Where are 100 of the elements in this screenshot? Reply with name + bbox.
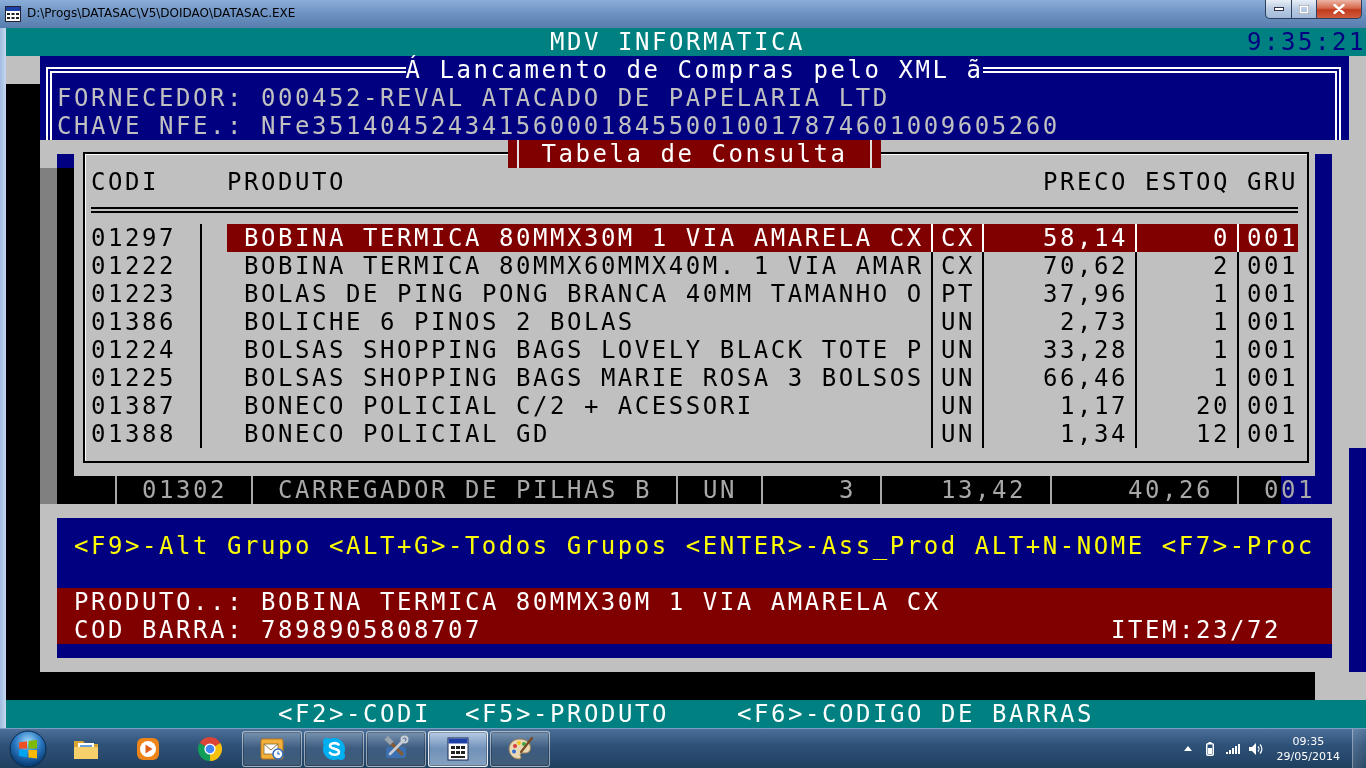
- table-cell-text: 0: [1212, 224, 1230, 252]
- table-cell-text: 1: [1212, 280, 1230, 308]
- table-cell: 001: [1247, 364, 1298, 392]
- table-cell-text: 3: [838, 476, 857, 504]
- table-cell-text: 33,28: [1042, 336, 1128, 364]
- up-arrow-icon[interactable]: [1183, 746, 1192, 751]
- app-title: MDV INFORMATICA: [550, 28, 805, 56]
- shortcut-hint: <F5>-PRODUTO: [465, 700, 669, 728]
- panel-edge: [6, 56, 40, 84]
- table-cell: 01387: [91, 392, 176, 420]
- table-cell-text: 70,62: [1042, 252, 1128, 280]
- table-cell: BOBINA TERMICA 80MMX60MMX40M. 1 VIA AMAR: [244, 252, 924, 280]
- table-cell: 01297: [91, 224, 176, 252]
- clock-text: 9:35:21: [1247, 28, 1366, 56]
- taskbar-button[interactable]: [366, 730, 426, 767]
- window-title: D:\Progs\DATASAC\V5\DOIDAO\DATASAC.EXE: [27, 6, 296, 21]
- panel-title: Á Lancamento de Compras pelo XML ã: [405, 56, 984, 84]
- table-cell: UN: [941, 336, 975, 364]
- table-cell: 01222: [91, 252, 176, 280]
- column-header: PRECO: [1042, 168, 1128, 196]
- table-cell-text: 1: [1212, 364, 1230, 392]
- table-cell-text: 1,34: [1059, 420, 1128, 448]
- shortcut-hint: <F7>-Proc: [1161, 532, 1315, 560]
- palette-icon: [506, 734, 534, 763]
- show-desktop-button[interactable]: [1352, 728, 1366, 768]
- column-header: PRODUTO: [227, 168, 347, 196]
- color-wheel-icon[interactable]: [196, 734, 224, 763]
- table-cell: UN: [941, 364, 975, 392]
- column-header: CODI: [91, 168, 160, 196]
- field-value: BOBINA TERMICA 80MMX30M 1 VIA AMARELA CX: [260, 588, 941, 616]
- table-cell: 01224: [91, 336, 176, 364]
- table-cell: PT: [941, 280, 975, 308]
- table-cell-text: 20: [1195, 392, 1230, 420]
- table-cell-text: 13,42: [940, 476, 1027, 504]
- close-button[interactable]: [1317, 0, 1362, 19]
- table-cell-text: BONECO POLICIAL GD: [244, 420, 551, 448]
- taskbar-button[interactable]: [242, 730, 302, 767]
- table-cell-text: 66,46: [1042, 364, 1128, 392]
- table-cell: 001: [1247, 224, 1298, 252]
- tray-date: 29/05/2014: [1276, 748, 1340, 764]
- field-label: COD BARRA:: [74, 616, 244, 644]
- table-cell: BOLAS DE PING PONG BRANCA 40MM TAMANHO O: [244, 280, 924, 308]
- shortcut-hint: <F2>-CODI: [278, 700, 431, 728]
- table-cell: 01223: [91, 280, 176, 308]
- table-cell: UN: [941, 420, 975, 448]
- table-cell: 01386: [91, 308, 176, 336]
- shortcut-hint: ALT+N-NOME: [974, 532, 1145, 560]
- shortcut-hint: <ENTER>-Ass_Prod: [685, 532, 958, 560]
- minimize-button[interactable]: [1265, 0, 1291, 19]
- column-header: GRU: [1247, 168, 1298, 196]
- table-cell-text: BOLICHE 6 PINOS 2 BOLAS: [244, 308, 636, 336]
- table-cell: BOLSAS SHOPPING BAGS MARIE ROSA 3 BOLSOS: [244, 364, 924, 392]
- table-cell-text: 1,17: [1059, 392, 1128, 420]
- shortcut-hint: <F6>-CODIGO DE BARRAS: [737, 700, 1094, 728]
- table-cell: UN: [941, 392, 975, 420]
- table-cell: BOLSAS SHOPPING BAGS LOVELY BLACK TOTE P: [244, 336, 924, 364]
- field-label: CHAVE NFE.:: [57, 112, 244, 140]
- taskbar-button[interactable]: [304, 730, 364, 767]
- popup-title: Tabela de Consulta: [507, 140, 882, 168]
- field-value: NFe35140452434156000184550010017874601009605260: [260, 112, 1060, 140]
- table-cell-text: 1: [1212, 308, 1230, 336]
- maximize-icon: [1299, 4, 1309, 14]
- shortcut-hint: <ALT+G>-Todos Grupos: [328, 532, 669, 560]
- battery-icon[interactable]: [1205, 741, 1214, 756]
- table-cell-text: 1: [1212, 336, 1230, 364]
- tray-time: 09:35: [1292, 733, 1325, 749]
- table-cell-text: CARREGADOR DE PILHAS B: [277, 476, 653, 504]
- field-value: 000452-REVAL ATACADO DE PAPELARIA LTD: [260, 84, 890, 112]
- maximize-button[interactable]: [1291, 0, 1317, 19]
- table-cell: 001: [1247, 280, 1298, 308]
- app-window-icon: [444, 734, 472, 763]
- field-label: FORNECEDOR:: [57, 84, 244, 112]
- taskbar-button[interactable]: [490, 730, 550, 767]
- table-cell-text: 40,26: [1127, 476, 1214, 504]
- table-cell-text: BONECO POLICIAL C/2 + ACESSORI: [244, 392, 755, 420]
- field-label: PRODUTO..:: [74, 588, 244, 616]
- table-cell: 001: [1247, 336, 1298, 364]
- taskbar-button[interactable]: [428, 730, 488, 767]
- table-cell: BOBINA TERMICA 80MMX30M 1 VIA AMARELA CX: [244, 224, 924, 252]
- field-value: 7898905808707: [260, 616, 482, 644]
- table-cell-text: 12: [1195, 420, 1230, 448]
- table-cell: 001: [1247, 252, 1298, 280]
- shortcut-hint: <F9>-Alt Grupo: [74, 532, 312, 560]
- console-icon: [5, 6, 21, 22]
- signal-icon[interactable]: [1225, 743, 1240, 754]
- table-cell-text: UN: [702, 476, 738, 504]
- table-cell: CX: [941, 224, 975, 252]
- start-button[interactable]: [8, 729, 48, 768]
- table-cell: 001: [1247, 420, 1298, 448]
- column-header: ESTOQ: [1145, 168, 1230, 196]
- table-cell: 001: [1247, 392, 1298, 420]
- table-cell: 001: [1247, 308, 1298, 336]
- table-cell-text: 01302: [141, 476, 228, 504]
- table-cell: 01388: [91, 420, 176, 448]
- item-counter: ITEM:23/72: [1111, 616, 1281, 644]
- table-cell-text: 2,73: [1059, 308, 1128, 336]
- volume-icon[interactable]: [1248, 742, 1263, 755]
- table-cell-text: 58,14: [1042, 224, 1128, 252]
- table-cell: CX: [941, 252, 975, 280]
- table-cell-text: 2: [1212, 252, 1230, 280]
